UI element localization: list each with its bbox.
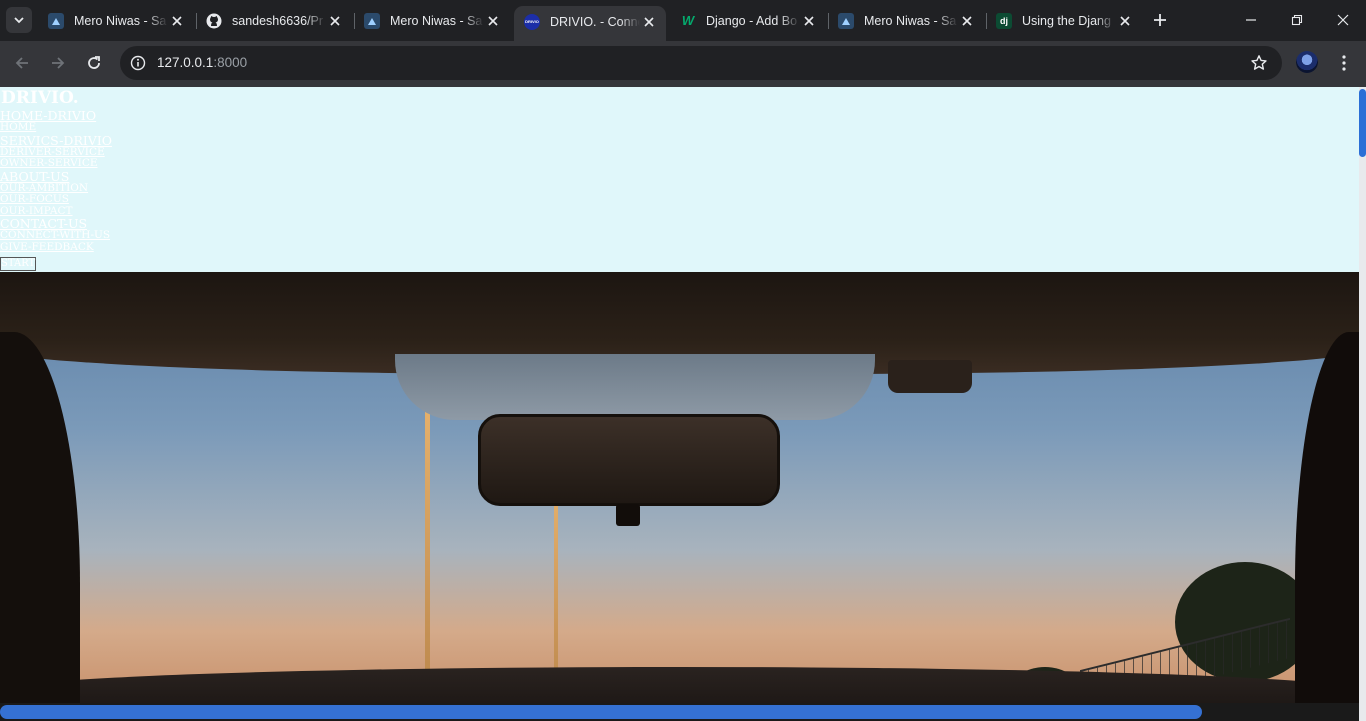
profile-avatar[interactable] xyxy=(1296,51,1318,73)
page-viewport: DRIVIO. HOME-DRIVIO HOME SERVICS-DRIVIO … xyxy=(0,87,1366,721)
car-pillar-right xyxy=(1295,332,1359,721)
tab-github[interactable]: sandesh6636/Pr xyxy=(196,6,352,35)
tab-strip: Mero Niwas - Sa sandesh6636/Pr Mero Niwa… xyxy=(0,0,1366,41)
more-vert-icon xyxy=(1342,55,1346,71)
w3schools-icon: W xyxy=(681,13,695,28)
nav-about-us[interactable]: ABOUT-US xyxy=(0,170,112,183)
django-icon: dj xyxy=(996,12,1012,29)
address-bar[interactable]: 127.0.0.1:8000 xyxy=(120,46,1282,80)
horizontal-scrollbar[interactable] xyxy=(0,703,1359,721)
nav-servics-drivio[interactable]: SERVICS-DRIVIO xyxy=(0,134,112,147)
car-pillar-left xyxy=(0,332,80,721)
reload-icon xyxy=(88,56,100,69)
reload-button[interactable] xyxy=(80,49,108,77)
sun-visor xyxy=(395,354,875,420)
restore-icon xyxy=(1291,14,1303,26)
tab-mero-niwas-1[interactable]: Mero Niwas - Sa xyxy=(38,6,194,35)
tab-title: sandesh6636/Pr xyxy=(232,13,324,28)
back-button[interactable] xyxy=(8,49,36,77)
nav-our-focus[interactable]: OUR-FOCUS xyxy=(0,193,112,206)
start-button[interactable]: START xyxy=(0,257,36,271)
arrow-left-icon xyxy=(15,57,28,69)
star-icon[interactable] xyxy=(1250,54,1268,72)
restore-button[interactable] xyxy=(1274,6,1320,34)
browser-toolbar: 127.0.0.1:8000 xyxy=(0,41,1366,87)
tab-title: Using the Djang xyxy=(1022,13,1111,28)
minimize-button[interactable] xyxy=(1228,6,1274,34)
mirror-mount xyxy=(616,504,640,526)
nav-give-feedback[interactable]: GIVE-FEEDBACK xyxy=(0,241,112,254)
new-tab-button[interactable] xyxy=(1150,10,1170,30)
mero-niwas-favicon xyxy=(838,12,854,29)
rain-sensor xyxy=(888,360,972,393)
close-icon[interactable] xyxy=(958,12,976,30)
minimize-icon xyxy=(1246,19,1256,21)
url-host: 127.0.0.1 xyxy=(157,55,214,70)
site-nav: HOME-DRIVIO HOME SERVICS-DRIVIO DERIVER-… xyxy=(0,109,112,253)
site-logo[interactable]: DRIVIO. xyxy=(1,88,79,108)
close-icon[interactable] xyxy=(168,12,186,30)
tab-django-add[interactable]: W Django - Add Bo xyxy=(670,6,826,35)
hero-video xyxy=(0,272,1359,721)
github-icon xyxy=(206,13,222,29)
close-icon[interactable] xyxy=(484,12,502,30)
close-icon xyxy=(1337,14,1349,26)
close-icon[interactable] xyxy=(326,12,344,30)
nav-connect-with-us[interactable]: CONNECT-WITH-US xyxy=(0,229,112,242)
tab-title: Mero Niwas - Sa xyxy=(390,13,483,28)
vertical-scrollbar[interactable] xyxy=(1359,87,1366,721)
tab-title: Django - Add Bo xyxy=(706,13,798,28)
tab-title: Mero Niwas - Sa xyxy=(864,13,957,28)
chevron-down-icon xyxy=(14,17,24,24)
browser-menu-button[interactable] xyxy=(1336,53,1352,73)
close-icon[interactable] xyxy=(800,12,818,30)
arrow-right-icon xyxy=(52,57,65,69)
info-icon[interactable] xyxy=(130,55,146,71)
url-port: :8000 xyxy=(213,55,248,70)
address-url[interactable]: 127.0.0.1:8000 xyxy=(157,55,247,70)
rear-view-mirror xyxy=(478,414,780,506)
plus-icon xyxy=(1154,14,1166,26)
tab-title: Mero Niwas - Sa xyxy=(74,13,167,28)
close-icon[interactable] xyxy=(640,13,658,31)
forward-button[interactable] xyxy=(44,49,72,77)
close-icon[interactable] xyxy=(1116,12,1134,30)
close-window-button[interactable] xyxy=(1320,6,1366,34)
tab-search-button[interactable] xyxy=(6,7,32,33)
tab-using-django[interactable]: dj Using the Djang xyxy=(986,6,1142,35)
nav-owner-service[interactable]: OWNER-SERVICE xyxy=(0,157,112,170)
mero-niwas-favicon xyxy=(364,12,380,29)
tab-mero-niwas-3[interactable]: Mero Niwas - Sa xyxy=(828,6,984,35)
tab-mero-niwas-2[interactable]: Mero Niwas - Sa xyxy=(354,6,510,35)
drivio-favicon: DRIVIO xyxy=(524,13,540,30)
site-header: DRIVIO. HOME-DRIVIO HOME SERVICS-DRIVIO … xyxy=(0,87,1359,272)
vertical-scroll-thumb[interactable] xyxy=(1359,89,1366,157)
mero-niwas-favicon xyxy=(48,12,64,29)
tab-title: DRIVIO. - Conne xyxy=(550,14,640,29)
nav-home[interactable]: HOME xyxy=(0,121,112,134)
tab-drivio[interactable]: DRIVIO DRIVIO. - Conne xyxy=(514,6,666,41)
horizontal-scroll-thumb[interactable] xyxy=(0,705,1202,719)
